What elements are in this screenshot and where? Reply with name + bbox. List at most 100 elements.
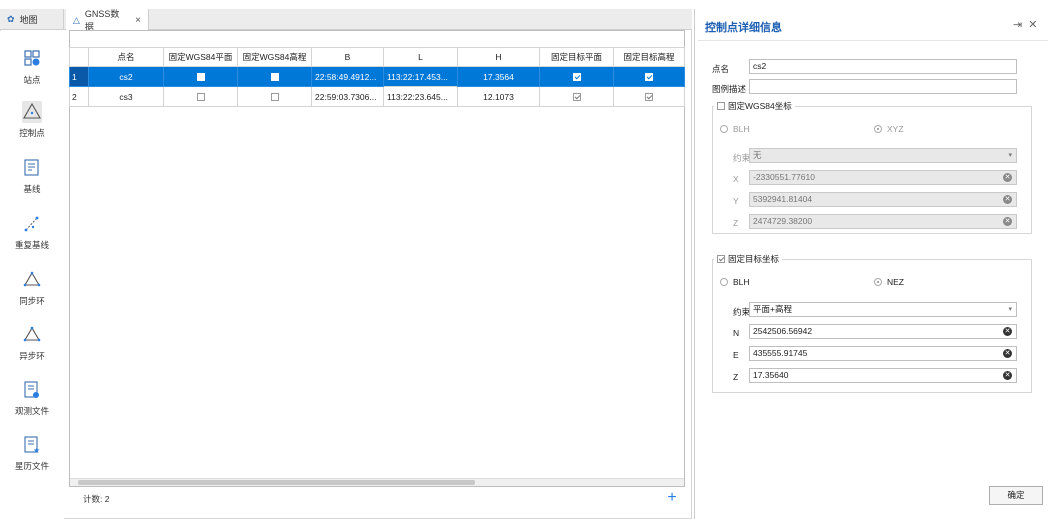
clear-icon[interactable]: ✕: [1003, 173, 1012, 182]
n-label: N: [733, 328, 740, 338]
column-header[interactable]: 固定WGS84高程: [237, 47, 312, 67]
cell-fix-wgs-height[interactable]: [237, 86, 312, 107]
radio-blh[interactable]: BLH: [720, 124, 750, 134]
sidebar-item-station[interactable]: 站点: [0, 48, 64, 86]
cell-l[interactable]: 113:22:23.645...: [383, 86, 458, 107]
warning-triangle-icon: △: [73, 14, 80, 25]
pin-icon[interactable]: ⇥: [1013, 19, 1022, 31]
repeat-baseline-icon: [24, 216, 39, 232]
sidebar-item-label: 控制点: [19, 128, 45, 138]
column-header[interactable]: 固定WGS84平面: [163, 47, 238, 67]
add-icon[interactable]: +: [663, 490, 681, 508]
n-field[interactable]: 2542506.56942: [749, 324, 1017, 339]
clear-icon[interactable]: ✕: [1003, 327, 1012, 336]
row-number: 1: [69, 66, 89, 87]
cell-b[interactable]: 22:59:03.7306...: [311, 86, 384, 107]
table-row[interactable]: 1 cs2 22:58:49.4912... 113:22:17.453... …: [69, 66, 685, 87]
radio-label: XYZ: [887, 124, 904, 134]
target-group-title[interactable]: 固定目标坐标: [714, 253, 783, 265]
e-field[interactable]: 435555.91745: [749, 346, 1017, 361]
checkbox[interactable]: [717, 255, 725, 263]
sidebar-item-sync-loop[interactable]: 同步环: [0, 269, 64, 307]
cell-fix-target-height[interactable]: [613, 86, 685, 107]
wgs-title: 固定WGS84坐标: [728, 101, 792, 111]
name-label: 点名: [712, 64, 730, 74]
constraint-value: 平面+高程: [753, 304, 792, 314]
data-grid: 点名 固定WGS84平面 固定WGS84高程 B L H 固定目标平面 固定目标…: [69, 47, 685, 107]
scrollbar-thumb[interactable]: [78, 480, 475, 485]
radio-circle: [720, 125, 728, 133]
sidebar-item-repeat-baseline[interactable]: 重复基线: [0, 213, 64, 251]
z-field[interactable]: 2474729.38200: [749, 214, 1017, 229]
column-header[interactable]: L: [383, 47, 458, 67]
radio-circle: [874, 125, 882, 133]
sidebar-item-control-point[interactable]: 控制点: [0, 101, 64, 139]
column-header[interactable]: B: [311, 47, 384, 67]
ok-button[interactable]: 确定: [989, 486, 1043, 505]
sidebar-item-baseline[interactable]: 基线: [0, 157, 64, 195]
column-header[interactable]: 固定目标高程: [613, 47, 685, 67]
sidebar-item-ephemeris-file[interactable]: ★ 星历文件: [0, 434, 64, 472]
close-icon[interactable]: ×: [135, 15, 141, 26]
sidebar: 站点 控制点 基线 重复基线 同步环 异步环 观测文件 ★ 星历文件: [0, 31, 64, 519]
clear-icon[interactable]: ✕: [1003, 349, 1012, 358]
chevron-down-icon: ▾: [1008, 152, 1012, 159]
cell-l[interactable]: 113:22:17.453...: [383, 66, 458, 87]
checkbox[interactable]: [572, 73, 581, 82]
close-icon[interactable]: ✕: [1028, 19, 1037, 31]
column-header[interactable]: 固定目标平面: [539, 47, 614, 67]
name-field[interactable]: cs2: [749, 59, 1017, 74]
cell-name[interactable]: cs2: [88, 66, 164, 87]
divider: [698, 40, 1048, 41]
cell-fix-target-height[interactable]: [613, 66, 685, 87]
checkbox[interactable]: [645, 73, 653, 82]
desc-field[interactable]: [749, 79, 1017, 94]
column-header[interactable]: 点名: [88, 47, 164, 67]
e-label: E: [733, 350, 739, 360]
tab-gnss-data[interactable]: △ GNSS数据 ×: [66, 9, 149, 32]
station-icon: [24, 50, 40, 66]
wgs-group-title[interactable]: 固定WGS84坐标: [714, 100, 795, 112]
cell-fix-wgs-height[interactable]: [237, 66, 312, 87]
cell-h[interactable]: 17.3564: [457, 66, 540, 87]
y-field[interactable]: 5392941.81404: [749, 192, 1017, 207]
clear-icon[interactable]: ✕: [1003, 217, 1012, 226]
clear-icon[interactable]: ✕: [1003, 371, 1012, 380]
radio-xyz[interactable]: XYZ: [874, 124, 904, 134]
row-count: 计数: 2: [83, 494, 110, 504]
sidebar-item-observation-file[interactable]: 观测文件: [0, 379, 64, 417]
constraint-select[interactable]: 无 ▾: [749, 148, 1017, 163]
radio-nez[interactable]: NEZ: [874, 277, 904, 287]
sidebar-item-async-loop[interactable]: 异步环: [0, 324, 64, 362]
cell-b[interactable]: 22:58:49.4912...: [311, 66, 384, 87]
row-number: 2: [69, 86, 89, 107]
clear-icon[interactable]: ✕: [1003, 195, 1012, 204]
async-loop-icon: [23, 326, 41, 342]
checkbox[interactable]: [645, 93, 653, 102]
z-label: Z: [733, 218, 739, 228]
cell-fix-wgs-plane[interactable]: [163, 66, 238, 87]
checkbox[interactable]: [196, 93, 205, 102]
radio-blh[interactable]: BLH: [720, 277, 750, 287]
checkbox[interactable]: [270, 93, 279, 102]
cell-fix-target-plane[interactable]: [539, 86, 614, 107]
grid-header-row: 点名 固定WGS84平面 固定WGS84高程 B L H 固定目标平面 固定目标…: [69, 47, 685, 67]
target-title: 固定目标坐标: [728, 254, 780, 264]
checkbox[interactable]: [196, 73, 205, 82]
tab-map[interactable]: ✿ 地图: [0, 9, 64, 30]
top-strip: [0, 0, 1055, 9]
sidebar-item-label: 异步环: [19, 351, 45, 361]
checkbox[interactable]: [572, 93, 581, 102]
x-field[interactable]: -2330551.77610: [749, 170, 1017, 185]
table-row[interactable]: 2 cs3 22:59:03.7306... 113:22:23.645... …: [69, 86, 685, 107]
cell-fix-target-plane[interactable]: [539, 66, 614, 87]
column-header[interactable]: H: [457, 47, 540, 67]
cell-h[interactable]: 12.1073: [457, 86, 540, 107]
chevron-down-icon: ▾: [1008, 306, 1012, 313]
cell-name[interactable]: cs3: [88, 86, 164, 107]
constraint-select[interactable]: 平面+高程 ▾: [749, 302, 1017, 317]
cell-fix-wgs-plane[interactable]: [163, 86, 238, 107]
checkbox[interactable]: [717, 102, 725, 110]
z-field[interactable]: 17.35640: [749, 368, 1017, 383]
checkbox[interactable]: [270, 73, 279, 82]
